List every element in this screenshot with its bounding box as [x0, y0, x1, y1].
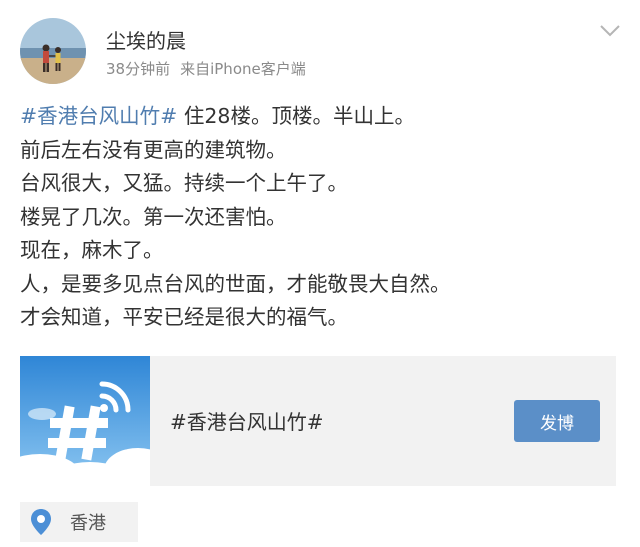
post-line-text: 住28楼。顶楼。半山上。 — [177, 104, 415, 128]
topic-title: #香港台风山竹# — [170, 410, 324, 434]
location-label: 香港 — [70, 513, 106, 534]
post-line: 楼晃了几次。第一次还害怕。 — [20, 204, 287, 229]
post-line: 人，是要多见点台风的世面，才能敬畏大自然。 — [20, 271, 451, 296]
post-line: #香港台风山竹# 住28楼。顶楼。半山上。 — [20, 100, 630, 134]
post-body: #香港台风山竹# 住28楼。顶楼。半山上。 前后左右没有更高的建筑物。 台风很大… — [20, 100, 630, 335]
avatar-photo — [20, 18, 86, 84]
post-line: 台风很大，又猛。持续一个上午了。 — [20, 171, 348, 195]
hashtag-icon — [0, 356, 172, 498]
post-line: 前后左右没有更高的建筑物。 — [20, 137, 287, 162]
avatar[interactable] — [20, 18, 86, 84]
post-line: 现在，麻木了。 — [20, 238, 164, 262]
post-to-topic-button[interactable]: 发博 — [514, 400, 600, 442]
username[interactable]: 尘埃的晨 — [106, 25, 186, 54]
post-time: 38分钟前 — [106, 60, 171, 78]
chevron-down-icon[interactable] — [598, 22, 622, 40]
post-hashtag-link[interactable]: #香港台风山竹# — [20, 104, 177, 128]
post-source: 来自iPhone客户端 — [180, 60, 306, 78]
post-line: 才会知道，平安已经是很大的福气。 — [20, 305, 348, 329]
location-tag[interactable]: 香港 — [20, 502, 138, 542]
topic-card[interactable]: #香港台风山竹# 发博 — [0, 356, 616, 498]
location-pin-icon — [31, 509, 51, 535]
post-meta: 38分钟前 来自iPhone客户端 — [106, 58, 306, 79]
